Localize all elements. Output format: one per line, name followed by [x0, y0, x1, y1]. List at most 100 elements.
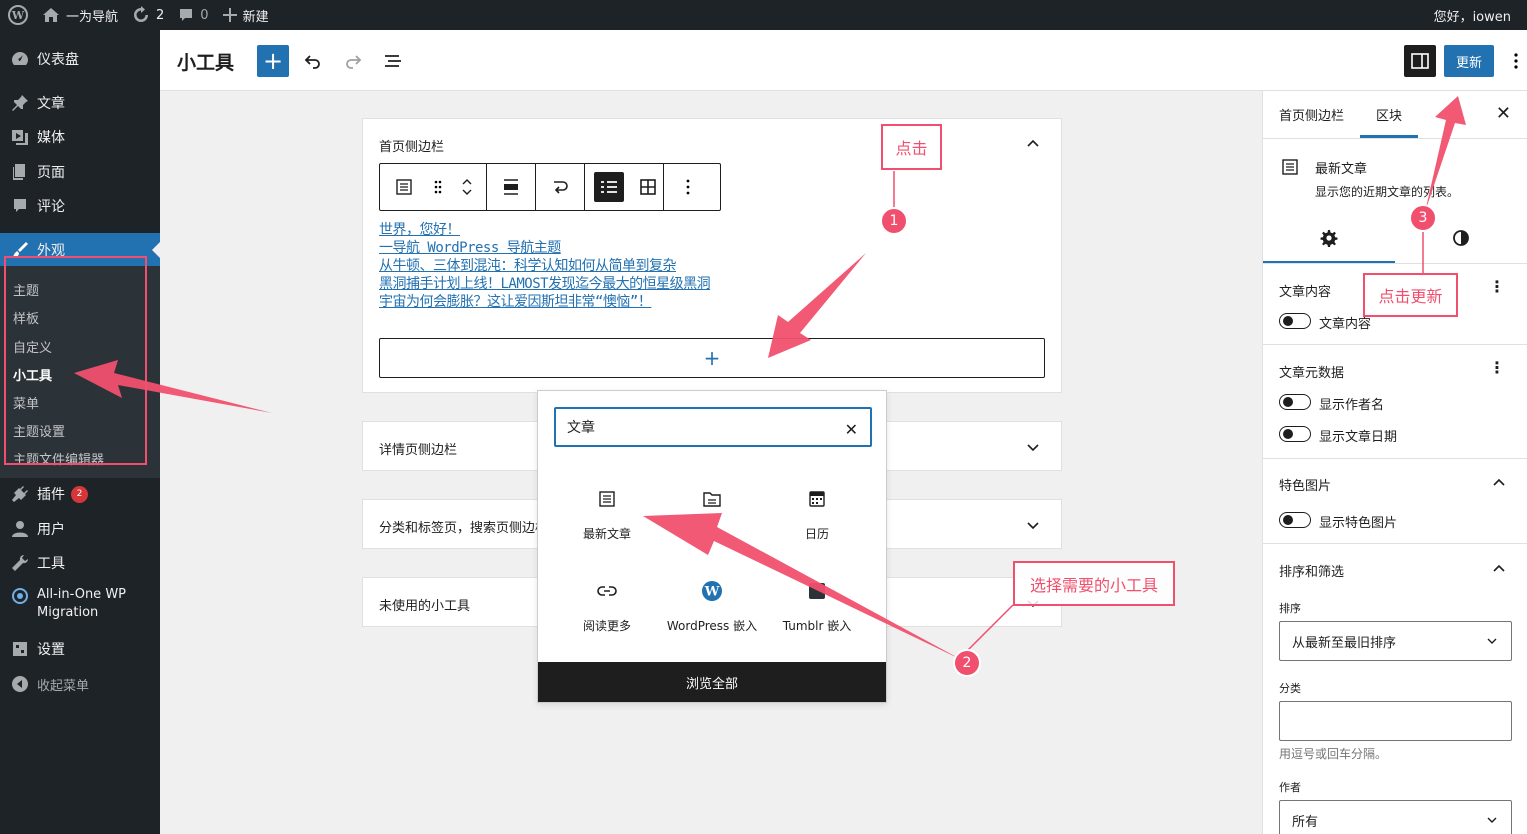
tumblr-icon — [805, 579, 829, 603]
chevron-up-icon[interactable] — [1491, 475, 1507, 491]
calendar-icon — [805, 487, 829, 511]
link-icon — [595, 579, 619, 603]
transform-button[interactable] — [536, 164, 584, 210]
settings-sidebar-toggle[interactable] — [1404, 45, 1436, 77]
tab-block[interactable]: 区块 — [1376, 105, 1402, 124]
new-content-link[interactable]: 新建 — [216, 0, 276, 30]
site-name-link[interactable]: 一为导航 — [35, 0, 125, 30]
widget-area-title: 未使用的小工具 — [379, 599, 471, 614]
block-option-latest-posts[interactable]: 最新文章 — [555, 483, 659, 563]
chevron-up-icon[interactable] — [1491, 561, 1507, 577]
more-vertical-icon[interactable]: ⋮ — [1489, 277, 1505, 296]
menu-label: 工具 — [37, 556, 65, 572]
update-button[interactable]: 更新 — [1444, 45, 1494, 77]
plus-icon — [222, 8, 237, 22]
post-link[interactable]: 世界，您好！ — [379, 219, 461, 239]
updates-link[interactable]: 2 — [125, 0, 171, 30]
my-account-link[interactable]: 您好，iowen — [1427, 0, 1527, 30]
block-options-button[interactable] — [664, 164, 712, 210]
redo-button[interactable] — [337, 45, 369, 77]
order-select[interactable]: 从最新至最旧排序 — [1279, 621, 1512, 661]
menu-posts[interactable]: 文章 — [0, 86, 160, 120]
block-card-description: 显示您的近期文章的列表。 — [1315, 185, 1460, 199]
post-link[interactable]: 宇宙为何会膨胀？这让爱因斯坦非常“懊恼”！ — [379, 291, 652, 311]
show-author-toggle[interactable] — [1279, 394, 1311, 410]
post-link[interactable]: 一导航 WordPress 导航主题 — [379, 237, 561, 257]
block-option-wordpress-embed[interactable]: W WordPress 嵌入 — [660, 575, 764, 655]
menu-settings[interactable]: 设置 — [0, 632, 160, 666]
menu-dashboard[interactable]: 仪表盘 — [0, 42, 160, 76]
post-link[interactable]: 从牛顿、三体到混沌：科学认知如何从简单到复杂 — [379, 255, 677, 275]
block-inserter-button[interactable]: + — [257, 45, 289, 77]
category-input[interactable] — [1279, 701, 1512, 741]
pushpin-icon — [10, 93, 30, 113]
block-option-tumblr-embed[interactable]: Tumblr 嵌入 — [765, 575, 869, 655]
drag-handle[interactable] — [428, 164, 448, 210]
category-label: 分类 — [1279, 682, 1301, 695]
plugins-update-badge: 2 — [71, 485, 88, 503]
grid-view-button[interactable] — [633, 164, 663, 210]
show-date-toggle[interactable] — [1279, 426, 1311, 442]
block-search-input[interactable]: 文章 ✕ — [554, 407, 872, 447]
menu-pages[interactable]: 页面 — [0, 155, 160, 189]
new-label: 新建 — [242, 9, 269, 25]
author-label: 作者 — [1279, 781, 1301, 794]
site-name: 一为导航 — [66, 9, 119, 25]
widget-area-home-sidebar: 首页侧边栏 世界，您好！ 一导航 WordPress 导航主题 从牛顿、三体到混… — [362, 118, 1062, 393]
block-option-read-more[interactable]: 阅读更多 — [555, 575, 659, 655]
widget-area-title: 详情页侧边栏 — [379, 443, 458, 458]
drag-handle-icon — [434, 180, 442, 194]
menu-users[interactable]: 用户 — [0, 512, 160, 546]
menu-label: 插件 — [37, 487, 65, 503]
post-content-toggle[interactable] — [1279, 313, 1311, 329]
menu-media[interactable]: 媒体 — [0, 120, 160, 154]
move-up-down-button[interactable] — [448, 164, 486, 210]
tab-widget-area[interactable]: 首页侧边栏 — [1279, 105, 1344, 124]
post-link[interactable]: 黑洞捕手计划上线！LAMOST发现迄今最大的恒星级黑洞 — [379, 273, 711, 293]
block-type-button[interactable] — [380, 164, 428, 210]
migration-line2: Migration — [37, 605, 99, 620]
block-option-archives[interactable] — [660, 483, 764, 563]
widget-area-title: 分类和标签页，搜索页侧边栏 — [379, 521, 549, 536]
comments-link[interactable]: 0 — [171, 0, 215, 30]
contrast-icon — [1453, 230, 1469, 246]
toolbar-group-view — [585, 164, 664, 210]
close-icon[interactable]: ✕ — [845, 420, 858, 439]
menu-all-in-one-migration[interactable]: All-in-One WP Migration — [0, 586, 160, 626]
gear-icon — [1320, 230, 1338, 247]
chevron-up-icon — [462, 179, 472, 185]
toggle-label: 显示文章日期 — [1319, 430, 1398, 445]
section-title[interactable]: 排序和筛选 — [1279, 561, 1344, 580]
menu-plugins[interactable]: 插件 2 — [0, 477, 160, 511]
browse-all-button[interactable]: 浏览全部 — [538, 662, 886, 702]
divider — [1263, 138, 1527, 139]
search-value: 文章 — [567, 420, 595, 436]
author-select[interactable]: 所有 — [1279, 800, 1512, 834]
collapse-menu[interactable]: 收起菜单 — [0, 667, 160, 701]
header-more-button[interactable] — [1506, 45, 1526, 77]
category-help: 用逗号或回车分隔。 — [1279, 747, 1388, 761]
undo-button[interactable] — [297, 45, 329, 77]
wp-logo-menu[interactable]: W — [0, 0, 35, 30]
more-vertical-icon[interactable]: ⋮ — [1489, 358, 1505, 377]
align-button[interactable] — [487, 164, 535, 210]
block-appender-button[interactable]: + — [379, 338, 1045, 378]
widget-area-title[interactable]: 首页侧边栏 — [379, 136, 444, 155]
latest-posts-icon — [396, 179, 412, 195]
document-overview-button[interactable] — [377, 45, 409, 77]
menu-tools[interactable]: 工具 — [0, 546, 160, 580]
section-title[interactable]: 特色图片 — [1279, 475, 1331, 494]
updates-count: 2 — [156, 7, 165, 23]
chevron-up-icon[interactable] — [1025, 136, 1041, 152]
list-view-button[interactable] — [585, 164, 633, 210]
block-option-calendar[interactable]: 日历 — [765, 483, 869, 563]
more-vertical-icon — [686, 179, 690, 195]
latest-posts-icon — [595, 487, 619, 511]
close-icon[interactable]: ✕ — [1496, 103, 1511, 124]
menu-comments[interactable]: 评论 — [0, 189, 160, 223]
settings-tab[interactable] — [1263, 215, 1395, 261]
show-featured-image-toggle[interactable] — [1279, 512, 1311, 528]
list-view-icon — [385, 55, 401, 67]
greeting: 您好，iowen — [1433, 9, 1511, 25]
comment-icon — [10, 196, 30, 216]
